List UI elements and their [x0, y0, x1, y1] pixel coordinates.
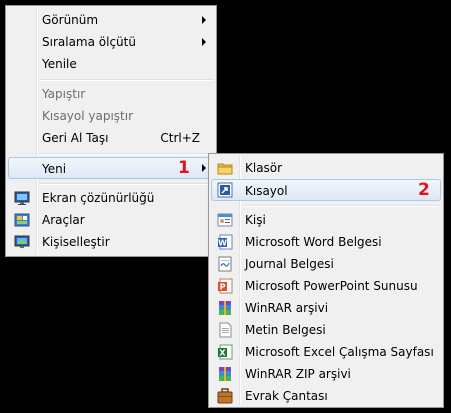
menu-item-label: Kişi: [245, 213, 266, 227]
submenu-item-briefcase[interactable]: Evrak Çantası: [211, 385, 441, 407]
submenu-item-word[interactable]: W Microsoft Word Belgesi: [211, 231, 441, 253]
submenu-item-text-document[interactable]: Metin Belgesi: [211, 319, 441, 341]
winrar-zip-icon: [217, 366, 233, 382]
menu-item-label: Kısayol yapıştır: [42, 109, 134, 123]
menu-item-label: Journal Belgesi: [245, 257, 334, 271]
menu-item-label: Metin Belgesi: [245, 323, 326, 337]
winrar-icon: [217, 300, 233, 316]
menu-item-label: Microsoft Excel Çalışma Sayfası: [245, 345, 434, 359]
menu-separator: [39, 79, 214, 81]
menu-item-label: Yapıştır: [42, 87, 86, 101]
menu-separator: [39, 153, 214, 155]
folder-icon: [217, 160, 233, 176]
menu-item-label: Evrak Çantası: [245, 389, 328, 403]
display-icon: [14, 190, 30, 206]
menu-item-label: WinRAR arşivi: [245, 301, 329, 315]
submenu-item-excel[interactable]: X Microsoft Excel Çalışma Sayfası: [211, 341, 441, 363]
svg-text:W: W: [218, 239, 227, 248]
menu-item-view[interactable]: Görünüm: [8, 9, 214, 31]
menu-item-label: Görünüm: [42, 13, 99, 27]
menu-item-label: Kişiselleştir: [42, 235, 110, 249]
annotation-step-1: 1: [178, 158, 190, 178]
menu-item-sort-by[interactable]: Sıralama ölçütü: [8, 31, 214, 53]
annotation-step-2: 2: [418, 180, 430, 200]
submenu-item-journal[interactable]: Journal Belgesi: [211, 253, 441, 275]
menu-item-paste[interactable]: Yapıştır: [8, 83, 214, 105]
submenu-item-contact[interactable]: Kişi: [211, 209, 441, 231]
new-submenu: Klasör Kısayol Kişi W Microsoft Word Bel…: [208, 153, 444, 408]
menu-item-shortcut: Ctrl+Z: [160, 131, 200, 145]
menu-item-label: Yenile: [42, 57, 77, 71]
submenu-arrow-icon: [202, 16, 206, 24]
menu-item-label: Araçlar: [42, 213, 85, 227]
desktop-context-menu: Görünüm Sıralama ölçütü Yenile Yapıştır …: [5, 5, 217, 257]
menu-item-label: Yeni: [42, 162, 67, 176]
submenu-item-powerpoint[interactable]: P Microsoft PowerPoint Sunusu: [211, 275, 441, 297]
submenu-item-shortcut[interactable]: Kısayol: [211, 179, 441, 201]
menu-item-label: Sıralama ölçütü: [42, 35, 136, 49]
svg-text:X: X: [219, 349, 226, 358]
word-icon: W: [217, 234, 233, 250]
menu-item-label: Ekran çözünürlüğü: [42, 191, 155, 205]
menu-item-label: Microsoft PowerPoint Sunusu: [245, 279, 418, 293]
submenu-item-winrar-zip[interactable]: WinRAR ZIP arşivi: [211, 363, 441, 385]
powerpoint-icon: P: [217, 278, 233, 294]
menu-separator: [39, 183, 214, 185]
submenu-arrow-icon: [202, 164, 206, 172]
svg-text:P: P: [220, 283, 226, 292]
shortcut-icon: [217, 182, 233, 198]
menu-item-label: Microsoft Word Belgesi: [245, 235, 382, 249]
menu-item-undo-move[interactable]: Geri Al Taşı Ctrl+Z: [8, 127, 214, 149]
menu-item-label: WinRAR ZIP arşivi: [245, 367, 351, 381]
menu-item-refresh[interactable]: Yenile: [8, 53, 214, 75]
menu-item-paste-shortcut[interactable]: Kısayol yapıştır: [8, 105, 214, 127]
menu-item-personalize[interactable]: Kişiselleştir: [8, 231, 214, 253]
menu-item-label: Geri Al Taşı: [42, 131, 109, 145]
submenu-item-winrar[interactable]: WinRAR arşivi: [211, 297, 441, 319]
submenu-item-folder[interactable]: Klasör: [211, 157, 441, 179]
submenu-arrow-icon: [202, 38, 206, 46]
menu-item-gadgets[interactable]: Araçlar: [8, 209, 214, 231]
briefcase-icon: [217, 388, 233, 404]
text-document-icon: [217, 322, 233, 338]
personalize-icon: [14, 234, 30, 250]
excel-icon: X: [217, 344, 233, 360]
menu-item-screen-resolution[interactable]: Ekran çözünürlüğü: [8, 187, 214, 209]
journal-icon: [217, 256, 233, 272]
menu-item-label: Klasör: [245, 161, 283, 175]
gadgets-icon: [14, 212, 30, 228]
menu-separator: [242, 205, 441, 207]
menu-item-label: Kısayol: [245, 184, 288, 198]
contact-icon: [217, 212, 233, 228]
